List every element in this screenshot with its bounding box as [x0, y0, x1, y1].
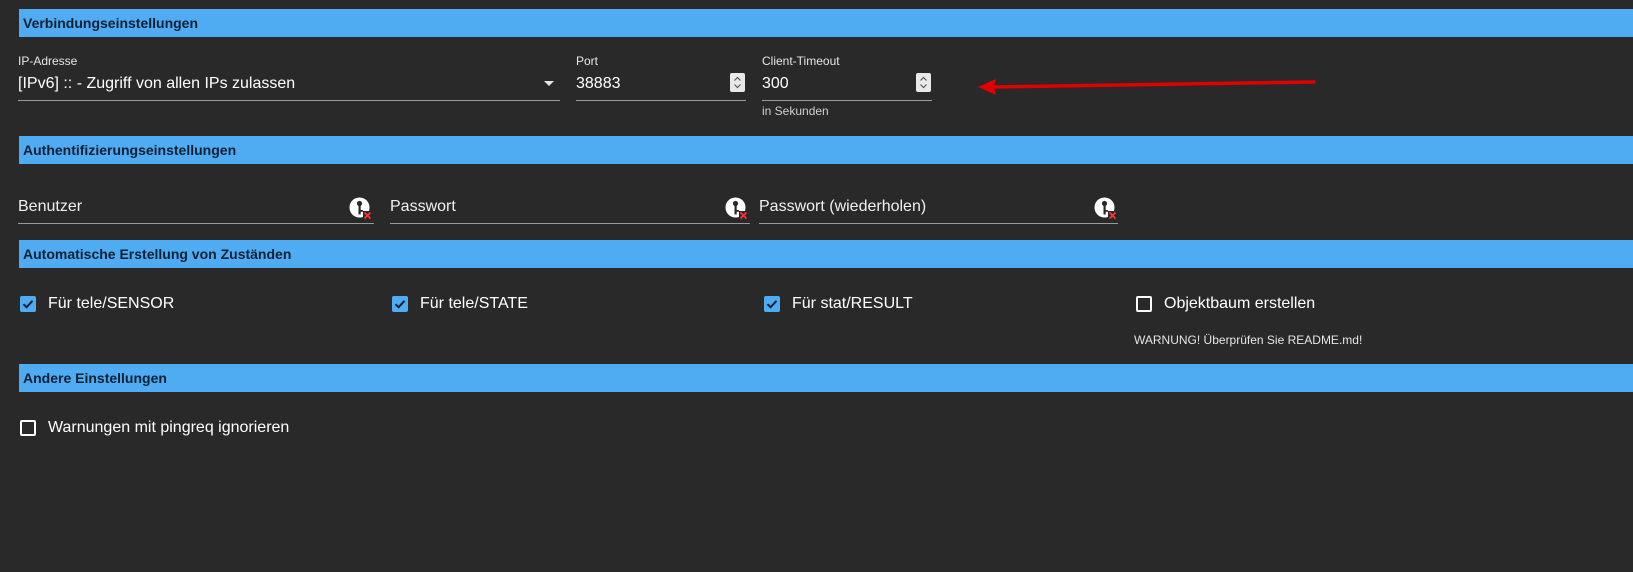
ip-address-label: IP-Adresse [18, 54, 78, 68]
checkmark-icon [22, 300, 34, 309]
checkbox-tele-state[interactable] [392, 296, 408, 312]
client-timeout-label: Client-Timeout [762, 54, 840, 68]
port-field[interactable]: Port 38883 [576, 54, 746, 102]
chevron-down-icon[interactable] [544, 81, 554, 86]
client-timeout-helper: in Sekunden [762, 104, 829, 118]
client-timeout-field[interactable]: Client-Timeout 300 [762, 54, 932, 102]
checkbox-label-pingreq: Warnungen mit pingreq ignorieren [48, 419, 290, 436]
ip-address-select[interactable]: IP-Adresse [IPv6] :: - Zugriff von allen… [18, 54, 560, 102]
password-underline [390, 223, 750, 224]
client-timeout-underline [762, 100, 932, 101]
section-header-auto-states: Automatische Erstellung von Zuständen [19, 240, 1633, 268]
object-tree-warning: WARNUNG! Überprüfen Sie README.md! [1134, 333, 1363, 347]
checkbox-tele-sensor[interactable] [20, 296, 36, 312]
port-label: Port [576, 54, 599, 68]
port-value: 38883 [576, 75, 621, 92]
checkbox-row-pingreq[interactable]: Warnungen mit pingreq ignorieren [20, 418, 289, 438]
checkmark-icon [766, 300, 778, 309]
password-repeat-field[interactable]: Passwort (wiederholen) [759, 183, 1118, 224]
checkbox-label-tele-sensor: Für tele/SENSOR [48, 295, 175, 312]
checkbox-row-stat-result[interactable]: Für stat/RESULT [764, 294, 913, 314]
username-placeholder: Benutzer [18, 198, 83, 215]
checkbox-row-tele-sensor[interactable]: Für tele/SENSOR [20, 294, 174, 314]
spinner-updown-icon[interactable] [916, 73, 931, 92]
section-header-authentication: Authentifizierungseinstellungen [19, 136, 1633, 164]
checkbox-label-tele-state: Für tele/STATE [420, 295, 528, 312]
checkbox-row-object-tree[interactable]: Objektbaum erstellen [1136, 294, 1315, 314]
checkbox-stat-result[interactable] [764, 296, 780, 312]
username-underline [18, 223, 374, 224]
ip-address-value: [IPv6] :: - Zugriff von allen IPs zulass… [18, 75, 296, 92]
key-clear-icon[interactable] [349, 197, 373, 221]
section-header-connection: Verbindungseinstellungen [19, 9, 1633, 37]
password-placeholder: Passwort [390, 198, 456, 215]
checkbox-label-object-tree: Objektbaum erstellen [1164, 295, 1316, 312]
port-underline [576, 100, 746, 101]
checkbox-pingreq[interactable] [20, 420, 36, 436]
password-repeat-placeholder: Passwort (wiederholen) [759, 198, 927, 215]
key-clear-icon[interactable] [725, 197, 749, 221]
checkbox-object-tree[interactable] [1136, 296, 1152, 312]
client-timeout-value: 300 [762, 75, 789, 92]
section-header-other: Andere Einstellungen [19, 364, 1633, 392]
spinner-updown-icon[interactable] [730, 73, 745, 92]
checkbox-row-tele-state[interactable]: Für tele/STATE [392, 294, 528, 314]
username-field[interactable]: Benutzer [18, 183, 374, 224]
key-clear-icon[interactable] [1094, 197, 1118, 221]
ip-address-underline [18, 100, 560, 101]
annotation-arrow-icon [978, 79, 1316, 95]
password-field[interactable]: Passwort [390, 183, 750, 224]
password-repeat-underline [759, 223, 1118, 224]
checkbox-label-stat-result: Für stat/RESULT [792, 295, 913, 312]
checkmark-icon [394, 300, 406, 309]
